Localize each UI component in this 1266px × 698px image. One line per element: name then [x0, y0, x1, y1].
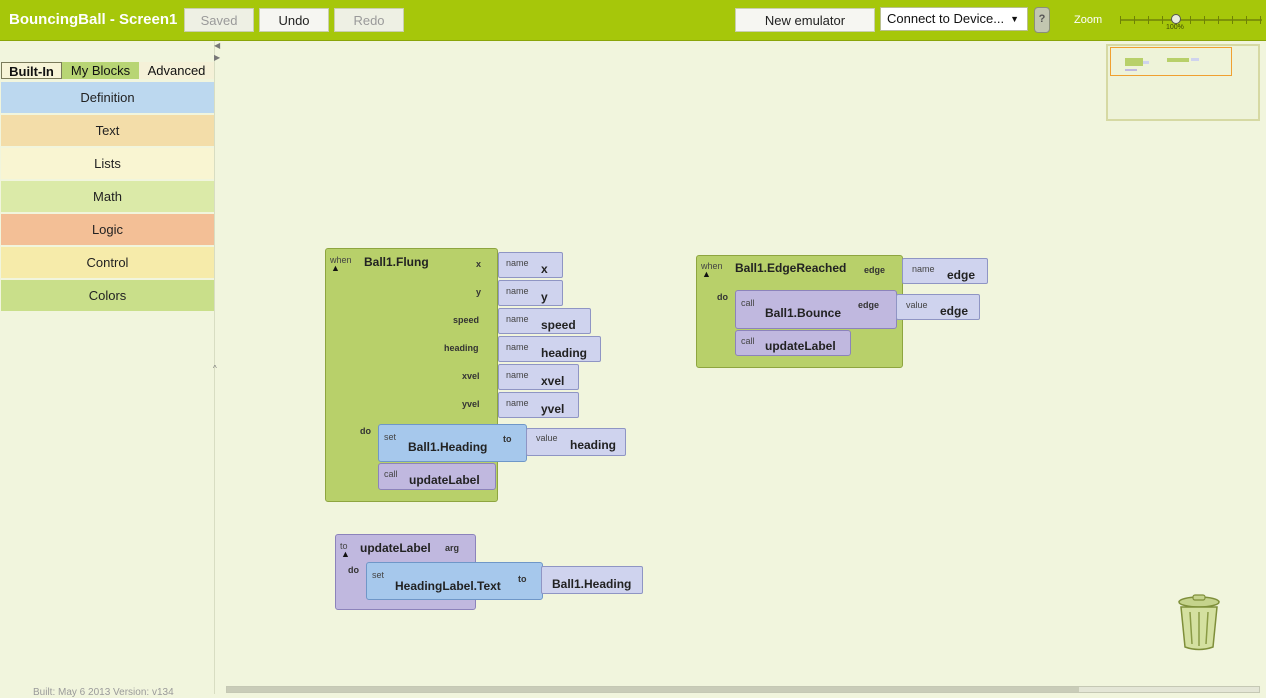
workspace-minimap[interactable] [1106, 44, 1260, 121]
category-math[interactable]: Math [1, 181, 214, 213]
call-tag: call [741, 298, 755, 308]
call-name: updateLabel [765, 339, 836, 353]
do-keyword: do [360, 426, 371, 436]
event-name: Ball1.Flung [364, 255, 429, 269]
param-label-edge: edge [864, 265, 886, 275]
param-value: x [541, 262, 548, 276]
block-palette: ◀ ▶ ^ Built-In My Blocks Advanced Defini… [0, 41, 220, 698]
arg-label-edge: edge [858, 300, 880, 310]
tab-built-in[interactable]: Built-In [1, 62, 62, 79]
param-label-speed: speed [453, 315, 480, 325]
value-tag: value [906, 300, 928, 310]
arg-keyword: arg [445, 543, 460, 553]
set-tag: set [384, 432, 397, 442]
to-keyword: to [518, 574, 527, 584]
phone-help-icon[interactable]: ? [1034, 7, 1050, 33]
saved-button[interactable]: Saved [184, 8, 254, 32]
name-tag: name [506, 314, 529, 324]
param-label-x: x [476, 259, 482, 269]
undo-button[interactable]: Undo [259, 8, 329, 32]
category-definition[interactable]: Definition [1, 82, 214, 114]
getter-name: Ball1.Heading [552, 577, 632, 591]
param-label-y: y [476, 287, 482, 297]
param-value: xvel [541, 374, 565, 388]
name-tag: name [506, 342, 529, 352]
to-keyword: to [503, 434, 512, 444]
param-label-yvel: yvel [462, 399, 480, 409]
value-tag: value [536, 433, 558, 443]
zoom-slider-knob[interactable] [1171, 14, 1181, 24]
chevron-down-icon: ▼ [1010, 14, 1019, 24]
build-version-text: Built: May 6 2013 Version: v134 [33, 687, 174, 698]
value-name: edge [940, 304, 969, 318]
new-emulator-button[interactable]: New emulator [735, 8, 875, 32]
collapse-triangle-icon[interactable]: ▲ [702, 269, 711, 279]
scrollbar-thumb[interactable] [227, 687, 1079, 692]
collapse-triangle-icon[interactable]: ▲ [331, 263, 340, 273]
collapse-triangle-icon[interactable]: ▲ [341, 549, 350, 559]
tab-my-blocks[interactable]: My Blocks [62, 62, 139, 79]
procedure-name: updateLabel [360, 541, 431, 555]
do-keyword: do [348, 565, 359, 575]
param-value: speed [541, 318, 576, 332]
name-tag: name [506, 258, 529, 268]
param-value: y [541, 290, 548, 304]
zoom-percent: 100% [1166, 24, 1184, 31]
app-title: BouncingBall - Screen1 [9, 11, 178, 28]
set-target: HeadingLabel.Text [395, 579, 501, 593]
category-logic[interactable]: Logic [1, 214, 214, 246]
set-tag: set [372, 570, 385, 580]
connect-device-label: Connect to Device... [887, 11, 1005, 26]
event-name: Ball1.EdgeReached [735, 261, 847, 275]
palette-tabs: Built-In My Blocks Advanced [1, 62, 214, 79]
param-label-xvel: xvel [462, 371, 480, 381]
param-value: yvel [541, 402, 565, 416]
set-target: Ball1.Heading [408, 440, 488, 454]
category-colors[interactable]: Colors [1, 280, 214, 312]
name-tag: name [506, 398, 529, 408]
param-value: edge [947, 268, 976, 282]
name-tag: name [912, 264, 935, 274]
tab-advanced[interactable]: Advanced [139, 62, 214, 79]
do-keyword: do [717, 292, 728, 302]
horizontal-scrollbar[interactable] [226, 686, 1260, 693]
category-control[interactable]: Control [1, 247, 214, 279]
category-text[interactable]: Text [1, 115, 214, 147]
redo-button[interactable]: Redo [334, 8, 404, 32]
call-tag: call [384, 469, 398, 479]
param-label-heading: heading [444, 343, 479, 353]
call-tag: call [741, 336, 755, 346]
value-name: heading [570, 438, 617, 452]
zoom-label: Zoom [1074, 14, 1103, 26]
call-name: Ball1.Bounce [765, 306, 842, 320]
name-tag: name [506, 370, 529, 380]
minimap-viewport[interactable] [1110, 47, 1232, 76]
call-name: updateLabel [409, 473, 480, 487]
category-lists[interactable]: Lists [1, 148, 214, 180]
param-value: heading [541, 346, 588, 360]
trash-can-icon[interactable] [1176, 594, 1222, 652]
zoom-slider[interactable] [1120, 16, 1262, 24]
connect-device-dropdown[interactable]: Connect to Device... ▼ [880, 7, 1028, 31]
top-bar: BouncingBall - Screen1 Saved Undo Redo N… [0, 0, 1266, 41]
name-tag: name [506, 286, 529, 296]
